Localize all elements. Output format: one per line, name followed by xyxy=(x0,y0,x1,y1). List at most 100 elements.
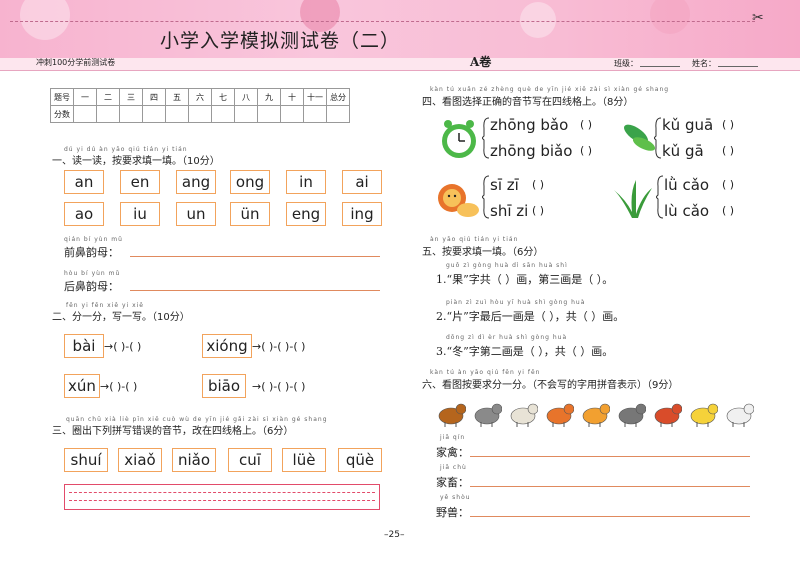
page-title: 小学入学模拟测试卷（二） xyxy=(160,30,401,52)
split-blanks[interactable]: →( )-( ) xyxy=(104,340,141,353)
rooster-icon xyxy=(654,403,682,427)
score-cell[interactable] xyxy=(326,105,350,123)
wild-animals-answer-line[interactable] xyxy=(470,516,750,517)
score-cell[interactable] xyxy=(303,105,327,123)
section5-title: 五、按要求填一填。（6分） xyxy=(422,247,544,258)
syllable-box: eng xyxy=(286,202,326,226)
split-blanks[interactable]: →( )-( )-( ) xyxy=(252,340,305,353)
name-field[interactable] xyxy=(718,66,758,67)
option-text: lù cǎo xyxy=(664,202,710,220)
cow-icon xyxy=(474,403,502,427)
option-text: zhōng biǎo xyxy=(490,142,573,160)
split-blanks[interactable]: →( )-( )-( ) xyxy=(252,380,305,393)
tiger-icon xyxy=(582,403,610,427)
syllable-box: ao xyxy=(64,202,104,226)
syllable-box: xún xyxy=(64,374,100,398)
zebra-icon xyxy=(618,403,646,427)
option-text: shī zi xyxy=(490,202,529,220)
syllable-box[interactable]: xiaǒ xyxy=(118,448,162,472)
brace-icon xyxy=(482,117,490,159)
header-divider xyxy=(0,70,800,71)
score-cell[interactable] xyxy=(142,105,166,123)
section2-title: 二、分一分，写一写。（10分） xyxy=(52,312,190,323)
class-field[interactable] xyxy=(640,66,680,67)
syllable-box[interactable]: qüè xyxy=(338,448,382,472)
answer-paren[interactable]: ( ) xyxy=(722,144,734,157)
back-nasal-label: 后鼻韵母： xyxy=(64,280,119,293)
score-table-header-cell: 三 xyxy=(119,88,143,106)
score-cell[interactable] xyxy=(165,105,189,123)
front-nasal-answer-line[interactable] xyxy=(130,256,380,257)
option-text: kǔ gā xyxy=(662,142,704,160)
scissors-icon: ✂ xyxy=(752,10,764,26)
poultry-label: 家禽： xyxy=(436,446,469,459)
split-blanks[interactable]: →( )-( ) xyxy=(100,380,137,393)
pinyin-annotation: kàn tú àn yāo qiú fēn yi fēn xyxy=(430,369,541,376)
livestock-label: 家畜： xyxy=(436,476,469,489)
score-cell[interactable] xyxy=(73,105,97,123)
score-table-header-cell: 一 xyxy=(73,88,97,106)
score-cell[interactable] xyxy=(119,105,143,123)
option-text: zhōng bǎo xyxy=(490,116,569,134)
poultry-answer-line[interactable] xyxy=(470,456,750,457)
score-table-header-cell: 八 xyxy=(234,88,258,106)
lion-icon xyxy=(546,403,574,427)
score-table-header-cell: 十一 xyxy=(303,88,327,106)
livestock-answer-line[interactable] xyxy=(470,486,750,487)
syllable-box[interactable]: cuī xyxy=(228,448,272,472)
score-table-header-cell: 十 xyxy=(280,88,304,106)
horse-icon xyxy=(438,403,466,427)
four-line-grid[interactable] xyxy=(64,484,380,510)
pinyin-annotation: piàn zì zuì hòu yī huà shì gòng huà xyxy=(446,299,586,306)
section4-title: 四、看图选择正确的音节写在四线格上。（8分） xyxy=(422,97,634,108)
name-label: 姓名： xyxy=(692,59,716,68)
score-cell[interactable] xyxy=(234,105,258,123)
syllable-box: ong xyxy=(230,170,270,194)
answer-paren[interactable]: ( ) xyxy=(722,118,734,131)
front-nasal-label: 前鼻韵母： xyxy=(64,246,119,259)
score-cell[interactable] xyxy=(257,105,281,123)
question-5-1[interactable]: 1.“果”字共（ ）画，第三画是（ ）。 xyxy=(436,271,613,287)
answer-paren[interactable]: ( ) xyxy=(580,144,592,157)
score-table-header-label: 题号 xyxy=(50,88,74,106)
decor-circle xyxy=(520,2,556,38)
score-cell[interactable] xyxy=(211,105,235,123)
score-cell[interactable] xyxy=(280,105,304,123)
syllable-box: ai xyxy=(342,170,382,194)
score-table-header-cell: 四 xyxy=(142,88,166,106)
answer-paren[interactable]: ( ) xyxy=(722,204,734,217)
answer-paren[interactable]: ( ) xyxy=(722,178,734,191)
answer-paren[interactable]: ( ) xyxy=(532,178,544,191)
syllable-box: iu xyxy=(120,202,160,226)
syllable-box: ang xyxy=(176,170,216,194)
question-5-2[interactable]: 2.“片”字最后一画是（ ），共（ ）画。 xyxy=(436,308,624,324)
score-cell[interactable] xyxy=(188,105,212,123)
syllable-box[interactable]: shuí xyxy=(64,448,108,472)
answer-paren[interactable]: ( ) xyxy=(580,118,592,131)
back-nasal-answer-line[interactable] xyxy=(130,290,380,291)
syllable-box[interactable]: niǎo xyxy=(172,448,216,472)
score-cell[interactable] xyxy=(96,105,120,123)
brace-icon xyxy=(654,117,662,159)
goose-icon xyxy=(726,403,754,427)
brace-icon xyxy=(656,175,664,219)
section6-title: 六、看图按要求分一分。（不会写的字用拼音表示）（9分） xyxy=(422,380,679,391)
question-5-3[interactable]: 3.“冬”字第二画是（ ），共（ ）画。 xyxy=(436,343,613,359)
syllable-box: biāo xyxy=(202,374,246,398)
volume-label: A卷 xyxy=(470,55,492,69)
duck-icon xyxy=(690,403,718,427)
pinyin-annotation: yě shòu xyxy=(440,494,471,501)
score-table-header-cell: 六 xyxy=(188,88,212,106)
syllable-box: xióng xyxy=(202,334,252,358)
syllable-box: ing xyxy=(342,202,382,226)
decor-circle xyxy=(20,0,70,40)
syllable-box: in xyxy=(286,170,326,194)
cut-line xyxy=(10,21,755,22)
syllable-box[interactable]: lüè xyxy=(282,448,326,472)
pinyin-annotation: hòu bí yùn mǔ xyxy=(64,270,121,277)
score-table-header-cell: 五 xyxy=(165,88,189,106)
answer-paren[interactable]: ( ) xyxy=(532,204,544,217)
subtitle: 冲刺100分学前测试卷 xyxy=(36,58,116,67)
lion-icon xyxy=(438,184,479,217)
score-table-row-label: 分数 xyxy=(50,105,74,123)
